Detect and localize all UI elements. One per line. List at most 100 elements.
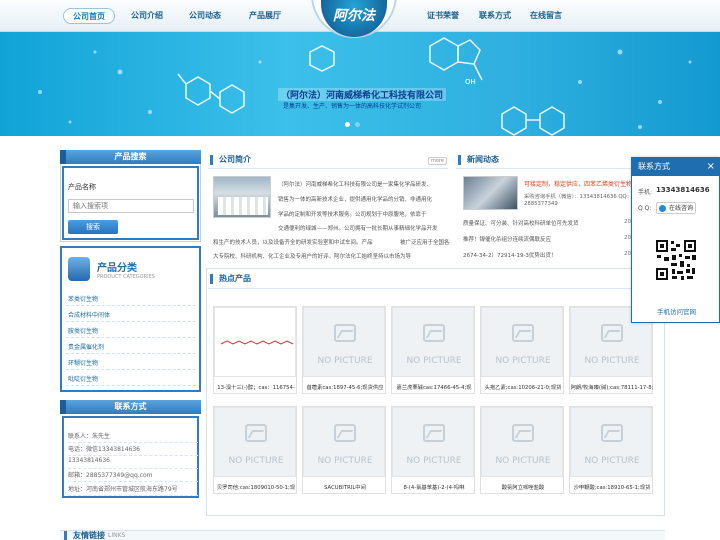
contact-header: 联系方式 [60, 400, 201, 414]
banner-title: （阿尔法）河南威梯希化工科技有限公司 [278, 88, 447, 101]
product-caption[interactable]: 阿朗/牧海嗪(碱);cas:78111-17-8; [570, 383, 654, 391]
slider-dot-1[interactable] [345, 122, 350, 127]
news-date: 20 [624, 235, 631, 241]
news-date: 20 [624, 251, 631, 257]
product-card[interactable]: NO PICTURE 嘉兰虎栗碱cas:17466-45-4;现 [391, 306, 475, 394]
product-image: NO PICTURE [481, 407, 563, 477]
image-placeholder-icon [601, 424, 623, 442]
float-title: 联系方式 [638, 162, 670, 171]
product-caption[interactable]: 沙甲鞭酸;cas:18910-65-1;现货 [570, 483, 654, 491]
intro-text-line: 交通便利的绿城——郑州。公司拥有一批长期从事精细化学品开发 [278, 226, 438, 232]
intro-title: 公司简介 [210, 155, 251, 165]
product-caption[interactable]: 苜蓿素cas:1897-45-6;现货供应 [303, 383, 387, 391]
news-summary: 采购咨询手机（微信）：13343814636 QQ： [524, 194, 632, 200]
search-button[interactable]: 搜索 [68, 220, 118, 234]
intro-text-line: 被广泛应用于全国各 [400, 240, 450, 246]
qq-consult-button[interactable]: 在线咨询 [656, 202, 696, 214]
product-card[interactable]: NO PICTURE 酸氨阿立哌唑盐酸 [480, 406, 564, 494]
product-image: NO PICTURE [481, 307, 563, 377]
search-header: 产品搜索 [60, 150, 201, 164]
category-item[interactable]: 合成材料中间体 [65, 310, 197, 322]
product-caption[interactable]: 13-溴十三(-)醇；cas：116754- [214, 383, 298, 391]
image-placeholder-icon [245, 424, 267, 442]
product-caption[interactable]: 嘉兰虎栗碱cas:17466-45-4;现 [392, 383, 476, 391]
product-image: NO PICTURE [303, 307, 385, 377]
qr-code-icon [654, 238, 698, 282]
category-title: 产品分类 [97, 263, 137, 274]
search-label: 产品名称 [68, 183, 96, 191]
product-caption[interactable]: 8-(4-氯基苯基)-2-(4-吗啉 [392, 483, 476, 491]
category-item[interactable]: 吡啶衍生物 [65, 374, 197, 386]
float-mobile-link[interactable]: 手机访问官网 [632, 306, 720, 316]
image-placeholder-icon [601, 324, 623, 342]
product-image: NO PICTURE [214, 407, 296, 477]
float-qq-label: Q Q: [638, 205, 652, 212]
news-date: 20 [624, 219, 631, 225]
product-caption[interactable]: 头孢乙素;cas:10206-21-0;现货 [481, 383, 565, 391]
news-headline[interactable]: 可接定制，稳定供应，四苯乙烯类衍生物 [524, 179, 632, 188]
intro-text-line: 学品的定制和开发等技术服务。公司规划于中原腹地，依靠于 [278, 212, 427, 218]
news-item[interactable]: 质量保证、可分装、针对高校科研单位可先发货 [463, 219, 579, 227]
product-image: NO PICTURE [303, 407, 385, 477]
image-placeholder-icon [334, 324, 356, 342]
search-input[interactable] [68, 199, 194, 213]
contact-address: 地址：河南省郑州市管城区航海东路79号 [68, 486, 198, 496]
category-item[interactable]: 环糊衍生物 [65, 358, 197, 370]
image-placeholder-icon [334, 424, 356, 442]
image-placeholder-icon [423, 424, 445, 442]
category-item[interactable]: 贵金属催化剂 [65, 342, 197, 354]
float-header: 联系方式 × [632, 158, 719, 176]
category-item[interactable]: 胺类衍生物 [65, 326, 197, 338]
nav-news[interactable]: 公司动态 [182, 8, 228, 24]
banner-subtitle: 是集开发、生产、销售为一体的高科技化学试剂公司 [283, 103, 422, 110]
nav-contact[interactable]: 联系方式 [472, 8, 518, 24]
intro-text-line: 和生产的技术人员，以及设备齐全的研发实验室和中试车间。产品 [213, 240, 373, 246]
chain-structure-icon [220, 340, 294, 345]
news-item[interactable]: 推荐！镍催化杀组分连续流偶联反应 [463, 235, 551, 243]
nav-about[interactable]: 公司介绍 [124, 8, 170, 24]
product-card[interactable]: NO PICTURE SACUBITRIL中间 [302, 406, 386, 494]
product-card[interactable]: NO PICTURE 头孢乙素;cas:10206-21-0;现货 [480, 306, 564, 394]
contact-email: 邮箱：2885377349@qq.com [68, 472, 198, 482]
molecule-illustrations: OH [38, 37, 692, 136]
category-item[interactable]: 苯类衍生物 [65, 294, 197, 306]
contact-phone: 电话：微信13343814636 [68, 446, 198, 456]
intro-text-line: 销售为一体的高新技术企业，提供通用化学品的分销、非通用化 [278, 197, 433, 203]
nav-message[interactable]: 在线留言 [522, 8, 570, 24]
image-placeholder-icon [423, 324, 445, 342]
news-summary-qq: 2885377349 [524, 201, 558, 207]
news-item[interactable]: 2674-34-2）72914-19-3优势出货！ [463, 251, 556, 259]
slider-dot-2[interactable] [355, 122, 360, 127]
links-bar [60, 530, 665, 540]
product-card[interactable]: NO PICTURE 苜蓿素cas:1897-45-6;现货供应 [302, 306, 386, 394]
hero-banner: OH （阿尔法）河南威梯希化工科技有限公司 是集开发、生产、销售为一体的高科技化… [0, 32, 720, 136]
product-image: NO PICTURE [392, 407, 474, 477]
image-placeholder-icon [512, 324, 534, 342]
news-title: 新闻动态 [458, 155, 499, 165]
product-image: NO PICTURE [392, 307, 474, 377]
product-image [214, 307, 296, 377]
hot-products-title: 热点产品 [210, 274, 251, 284]
hydroxyl-label: OH [465, 78, 476, 86]
nav-products[interactable]: 产品展厅 [242, 8, 288, 24]
product-caption[interactable]: 贝罗司他;cas:1809010-50-1;现 [214, 483, 298, 491]
close-icon[interactable]: × [707, 158, 715, 176]
product-card[interactable]: 13-溴十三(-)醇；cas：116754- [213, 306, 297, 394]
news-photo [463, 176, 518, 210]
links-subtitle: LINKS [108, 532, 126, 539]
product-card[interactable]: NO PICTURE 8-(4-氯基苯基)-2-(4-吗啉 [391, 406, 475, 494]
category-subtitle: PRODUCT CATEGORIES [97, 274, 155, 280]
intro-text-line: 大专院校、科研机构、化工企业及专用户的好评。阿尔法化工始终坚持以市场为导 [213, 254, 412, 260]
qq-icon [659, 205, 666, 212]
nav-home[interactable]: 公司首页 [63, 8, 115, 24]
product-card[interactable]: NO PICTURE 沙甲鞭酸;cas:18910-65-1;现货 [569, 406, 653, 494]
product-caption[interactable]: 酸氨阿立哌唑盐酸 [481, 483, 565, 491]
intro-more-link[interactable]: more [428, 157, 447, 165]
nav-certificates[interactable]: 证书荣誉 [420, 8, 466, 24]
product-caption[interactable]: SACUBITRIL中间 [303, 483, 387, 491]
image-placeholder-icon [512, 424, 534, 442]
float-phone-label: 手机: [638, 189, 653, 196]
product-card[interactable]: NO PICTURE 贝罗司他;cas:1809010-50-1;现 [213, 406, 297, 494]
intro-text-line: （阿尔法）河南威梯希化工科技有限公司是一家集化学品研发、 [278, 182, 433, 188]
links-title: 友情链接 [64, 531, 105, 540]
